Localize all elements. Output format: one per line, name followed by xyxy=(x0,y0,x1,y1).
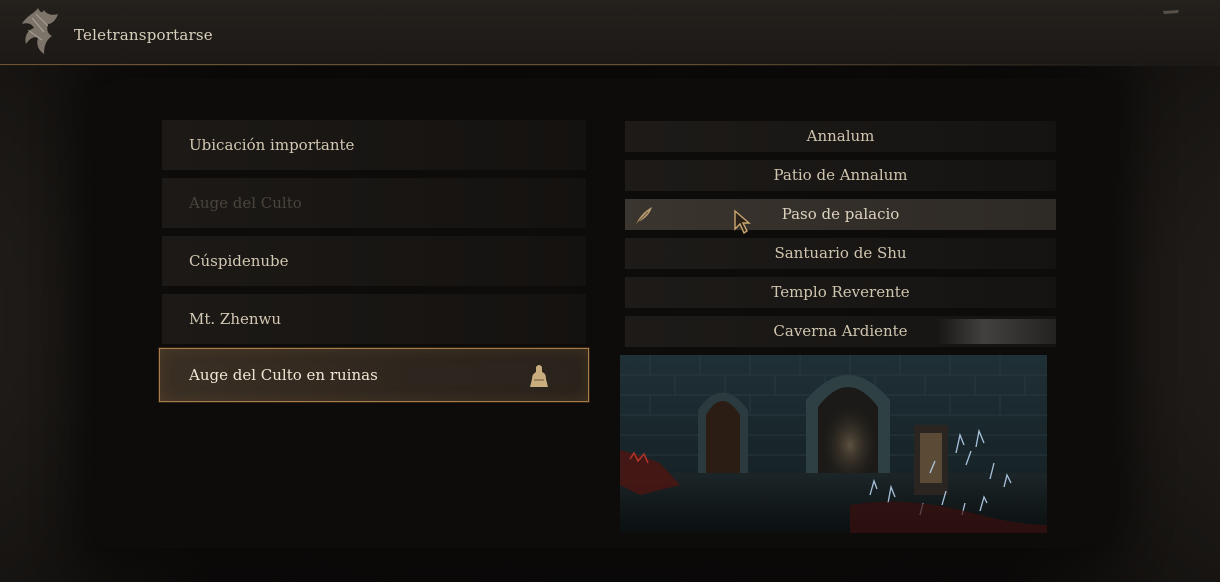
place-label: Paso de palacio xyxy=(781,205,900,223)
place-item-templo-reverente[interactable]: Templo Reverente xyxy=(625,277,1056,308)
brush-mark-icon xyxy=(1163,10,1179,14)
place-label: Santuario de Shu xyxy=(774,244,907,262)
page-title: Teletransportarse xyxy=(74,26,213,44)
region-label: Mt. Zhenwu xyxy=(189,310,282,328)
place-list: Annalum Patio de Annalum Paso de palacio… xyxy=(625,121,1056,355)
place-label: Annalum xyxy=(806,127,875,145)
place-label: Caverna Ardiente xyxy=(773,322,908,340)
header-divider xyxy=(0,64,1115,65)
preview-scene xyxy=(620,355,1047,533)
region-item-ubicacion-importante[interactable]: Ubicación importante xyxy=(162,120,586,170)
place-item-santuario-de-shu[interactable]: Santuario de Shu xyxy=(625,238,1056,269)
place-label: Patio de Annalum xyxy=(773,166,908,184)
shrine-icon xyxy=(530,365,548,387)
location-preview-image xyxy=(620,355,1047,533)
place-item-patio-de-annalum[interactable]: Patio de Annalum xyxy=(625,160,1056,191)
region-item-mt-zhenwu[interactable]: Mt. Zhenwu xyxy=(162,294,586,344)
feather-icon xyxy=(635,207,652,225)
region-item-auge-del-culto: Auge del Culto xyxy=(162,178,586,228)
place-label: Templo Reverente xyxy=(771,283,910,301)
header-bar: Teletransportarse xyxy=(0,0,1220,66)
cursor-pointer-icon xyxy=(734,209,751,235)
faded-overlay xyxy=(936,319,1056,344)
region-label: Ubicación importante xyxy=(189,136,355,154)
region-label: Cúspidenube xyxy=(189,252,289,270)
region-item-cuspidenube[interactable]: Cúspidenube xyxy=(162,236,586,286)
place-item-paso-de-palacio[interactable]: Paso de palacio xyxy=(625,199,1056,235)
region-label: Auge del Culto en ruinas xyxy=(189,366,378,384)
place-item-annalum[interactable]: Annalum xyxy=(625,121,1056,152)
crane-emblem-icon xyxy=(22,8,58,54)
region-label: Auge del Culto xyxy=(189,194,302,212)
region-item-auge-del-culto-en-ruinas[interactable]: Auge del Culto en ruinas xyxy=(159,348,589,402)
region-list: Ubicación importante Auge del Culto Cúsp… xyxy=(159,120,589,402)
place-item-caverna-ardiente[interactable]: Caverna Ardiente xyxy=(625,316,1056,347)
